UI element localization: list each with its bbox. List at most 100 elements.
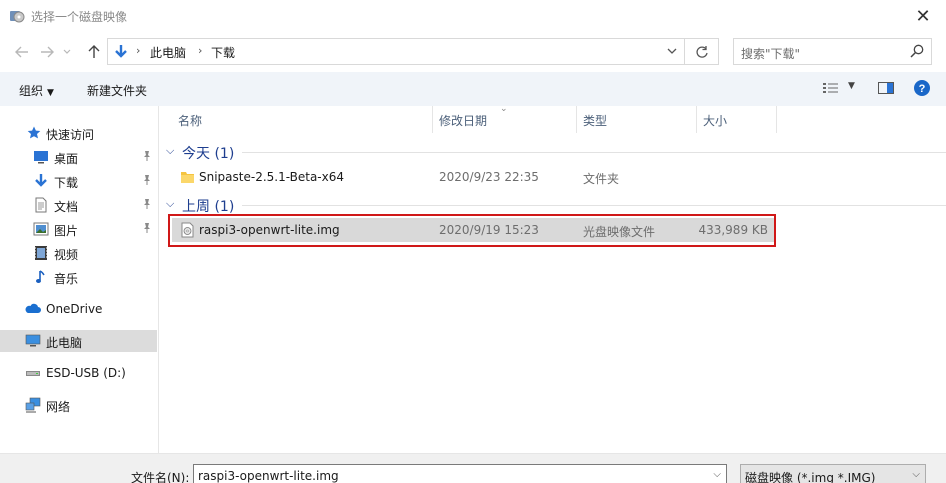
cloud-icon	[25, 303, 41, 313]
document-icon	[35, 197, 47, 213]
forward-button[interactable]	[37, 42, 57, 62]
nav-label: 视频	[54, 248, 79, 262]
group-divider	[242, 152, 946, 153]
close-button[interactable]: ✕	[900, 0, 946, 32]
breadcrumb-downloads[interactable]: 下载	[211, 44, 235, 61]
title-bar: 选择一个磁盘映像 ✕	[0, 0, 946, 32]
group-divider	[242, 205, 946, 206]
nav-label: 下载	[54, 176, 79, 190]
organize-label: 组织	[19, 84, 44, 98]
network-icon	[25, 397, 41, 413]
nav-label: 网络	[46, 400, 71, 414]
search-input[interactable]: 搜索"下载"	[733, 38, 932, 65]
pin-icon[interactable]	[141, 222, 153, 234]
nav-item-videos[interactable]: 视频	[0, 242, 157, 264]
nav-label: 桌面	[54, 152, 79, 166]
nav-label: 快速访问	[46, 128, 95, 142]
chevron-down-icon: ⌵	[166, 197, 175, 210]
caret-down-icon: ▼	[47, 88, 54, 98]
group-label: 上周 (1)	[182, 199, 235, 215]
group-header-today[interactable]: ⌵ 今天 (1)	[160, 141, 946, 163]
nav-label: 音乐	[54, 272, 79, 286]
details-view-icon	[823, 83, 838, 93]
breadcrumb-separator-icon[interactable]: ›	[136, 44, 140, 57]
star-icon	[27, 126, 41, 139]
nav-item-documents[interactable]: 文档	[0, 194, 157, 216]
download-folder-icon	[115, 45, 127, 58]
pin-icon[interactable]	[141, 174, 153, 186]
column-header-size[interactable]: 大小	[697, 106, 776, 133]
address-row: › 此电脑 › 下载 搜索"下载"	[0, 32, 946, 72]
nav-label: 此电脑	[46, 336, 83, 350]
refresh-icon	[695, 45, 708, 58]
column-header-label: 大小	[703, 114, 728, 128]
computer-icon	[25, 334, 41, 347]
chevron-down-icon[interactable]: ⌵	[713, 469, 721, 480]
preview-pane-icon	[878, 82, 894, 94]
filename-bar: 文件名(N): ⌵ 磁盘映像 (*.img *.IMG) ⌵	[0, 453, 946, 483]
nav-item-this-pc[interactable]: 此电脑	[0, 330, 157, 352]
window-title: 选择一个磁盘映像	[31, 10, 128, 24]
nav-quick-access[interactable]: 快速访问	[0, 122, 157, 144]
breadcrumb-separator-icon[interactable]: ›	[198, 44, 202, 57]
help-icon: ?	[914, 80, 930, 96]
organize-menu[interactable]: 组织 ▼	[19, 82, 54, 99]
column-divider[interactable]	[776, 106, 777, 133]
help-button[interactable]: ?	[913, 79, 931, 100]
close-icon: ✕	[915, 5, 931, 27]
refresh-button[interactable]	[685, 38, 719, 65]
pin-icon[interactable]	[141, 150, 153, 162]
pin-icon[interactable]	[141, 198, 153, 210]
breadcrumb-this-pc[interactable]: 此电脑	[150, 44, 186, 61]
file-type: 文件夹	[583, 172, 620, 186]
arrow-left-icon	[15, 46, 28, 58]
folder-icon	[181, 172, 194, 183]
app-icon	[10, 11, 25, 23]
nav-item-pictures[interactable]: 图片	[0, 218, 157, 240]
address-bar[interactable]: › 此电脑 › 下载	[107, 38, 685, 65]
back-button[interactable]	[12, 42, 32, 62]
column-header-date[interactable]: 修改日期	[433, 106, 577, 133]
search-icon	[910, 44, 924, 58]
group-label: 今天 (1)	[182, 146, 235, 162]
chevron-down-icon: ⌵	[912, 469, 920, 480]
video-icon	[35, 246, 47, 260]
nav-label: OneDrive	[46, 302, 103, 316]
arrow-up-icon	[88, 45, 100, 58]
music-icon	[36, 270, 45, 283]
nav-item-network[interactable]: 网络	[0, 394, 157, 416]
highlight-annotation-box	[168, 214, 776, 247]
chevron-down-icon[interactable]	[666, 43, 678, 59]
nav-item-downloads[interactable]: 下载	[0, 170, 157, 192]
chevron-down-icon: ⌵	[166, 144, 175, 157]
column-header-name[interactable]: 名称	[160, 106, 432, 133]
file-type-select[interactable]: 磁盘映像 (*.img *.IMG) ⌵	[740, 464, 926, 483]
column-header-label: 类型	[583, 114, 608, 128]
download-icon	[35, 174, 47, 187]
desktop-icon	[34, 151, 48, 164]
usb-drive-icon	[26, 371, 40, 376]
group-header-last-week[interactable]: ⌵ 上周 (1)	[160, 194, 946, 216]
nav-item-usb-drive[interactable]: ESD-USB (D:)	[0, 362, 157, 384]
file-type-value: 磁盘映像 (*.img *.IMG)	[745, 471, 876, 483]
recent-locations-button[interactable]	[60, 42, 74, 62]
view-options-button[interactable]	[822, 80, 840, 99]
picture-icon	[33, 222, 49, 236]
chevron-down-icon	[63, 49, 71, 54]
column-header-label: 名称	[178, 114, 203, 128]
arrow-right-icon	[41, 46, 54, 58]
up-button[interactable]	[84, 42, 104, 62]
view-dropdown-caret-icon[interactable]: ▼	[848, 81, 855, 91]
nav-item-onedrive[interactable]: OneDrive	[0, 298, 157, 320]
nav-item-desktop[interactable]: 桌面	[0, 146, 157, 168]
nav-item-music[interactable]: 音乐	[0, 266, 157, 288]
file-row[interactable]: Snipaste-2.5.1-Beta-x64 2020/9/23 22:35 …	[172, 165, 774, 189]
svg-text:?: ?	[919, 83, 926, 95]
column-header-label: 修改日期	[439, 114, 488, 128]
filename-input[interactable]	[198, 469, 698, 483]
filename-field[interactable]: ⌵	[193, 464, 727, 483]
new-folder-button[interactable]: 新建文件夹	[87, 82, 147, 99]
file-date: 2020/9/23 22:35	[439, 170, 539, 184]
column-header-type[interactable]: 类型	[577, 106, 696, 133]
preview-pane-button[interactable]	[877, 80, 895, 99]
